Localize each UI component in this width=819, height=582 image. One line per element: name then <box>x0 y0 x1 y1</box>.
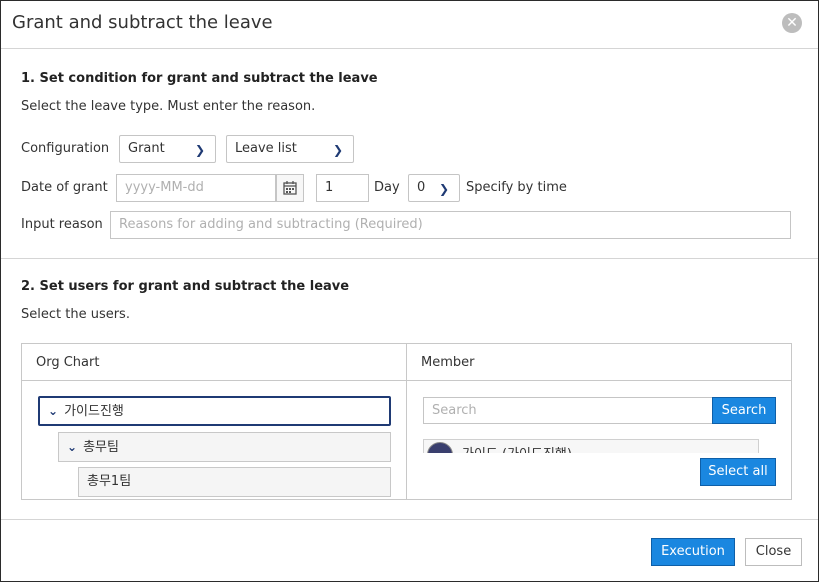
date-of-grant-label: Date of grant <box>21 180 108 195</box>
section2-desc: Select the users. <box>21 307 130 322</box>
select-all-button[interactable]: Select all <box>700 458 776 486</box>
grant-type-value: Grant <box>128 141 165 156</box>
leave-list-value: Leave list <box>235 141 297 156</box>
org-node-label: 총무팀 <box>83 440 119 455</box>
member-header: Member <box>407 344 791 381</box>
day-count-input[interactable]: 1 <box>316 174 369 202</box>
member-panel: Member Search Search 가이드 (가이드진행) Select … <box>406 343 792 500</box>
org-node-general-affairs-1[interactable]: 총무1팀 <box>78 467 391 497</box>
member-list-item[interactable]: 가이드 (가이드진행) <box>423 439 759 453</box>
time-select[interactable]: 0 ❯ <box>408 174 460 202</box>
leave-list-select[interactable]: Leave list ❯ <box>226 135 354 163</box>
section-divider <box>1 258 818 259</box>
reason-input[interactable]: Reasons for adding and subtracting (Requ… <box>110 211 791 239</box>
member-search-button[interactable]: Search <box>712 397 776 424</box>
org-chart-header: Org Chart <box>22 344 406 381</box>
input-reason-label: Input reason <box>21 217 103 232</box>
org-node-general-affairs[interactable]: ⌄ 총무팀 <box>58 432 391 462</box>
dialog-header: Grant and subtract the leave ✕ <box>1 1 818 49</box>
chevron-down-icon: ⌄ <box>48 404 59 418</box>
org-chart-panel: Org Chart ⌄ 가이드진행 ⌄ 총무팀 총무1팀 <box>21 343 407 500</box>
section1-title: 1. Set condition for grant and subtract … <box>21 71 378 86</box>
close-icon[interactable]: ✕ <box>782 13 802 33</box>
close-button[interactable]: Close <box>745 538 802 566</box>
section2-title: 2. Set users for grant and subtract the … <box>21 279 350 294</box>
member-name: 가이드 (가이드진행) <box>462 443 572 453</box>
execution-button[interactable]: Execution <box>651 538 735 566</box>
leave-dialog: Grant and subtract the leave ✕ 1. Set co… <box>0 0 819 582</box>
grant-type-select[interactable]: Grant ❯ <box>119 135 216 163</box>
avatar <box>427 442 453 453</box>
calendar-icon <box>283 181 297 195</box>
dialog-title: Grant and subtract the leave <box>12 12 273 33</box>
chevron-down-icon: ❯ <box>438 182 449 196</box>
footer-divider <box>1 519 818 520</box>
section1-desc: Select the leave type. Must enter the re… <box>21 99 316 114</box>
configuration-label: Configuration <box>21 141 110 156</box>
org-node-guide[interactable]: ⌄ 가이드진행 <box>38 396 391 426</box>
day-unit-label: Day <box>374 180 400 195</box>
org-node-label: 총무1팀 <box>87 474 132 489</box>
chevron-down-icon: ⌄ <box>67 440 78 454</box>
specify-by-time-label: Specify by time <box>466 180 567 195</box>
date-input[interactable]: yyyy-MM-dd <box>116 174 276 202</box>
time-value: 0 <box>417 180 426 195</box>
org-node-label: 가이드진행 <box>64 404 124 419</box>
chevron-down-icon: ❯ <box>332 143 343 157</box>
chevron-down-icon: ❯ <box>194 143 205 157</box>
calendar-button[interactable] <box>276 174 304 202</box>
member-search-input[interactable]: Search <box>423 397 713 424</box>
